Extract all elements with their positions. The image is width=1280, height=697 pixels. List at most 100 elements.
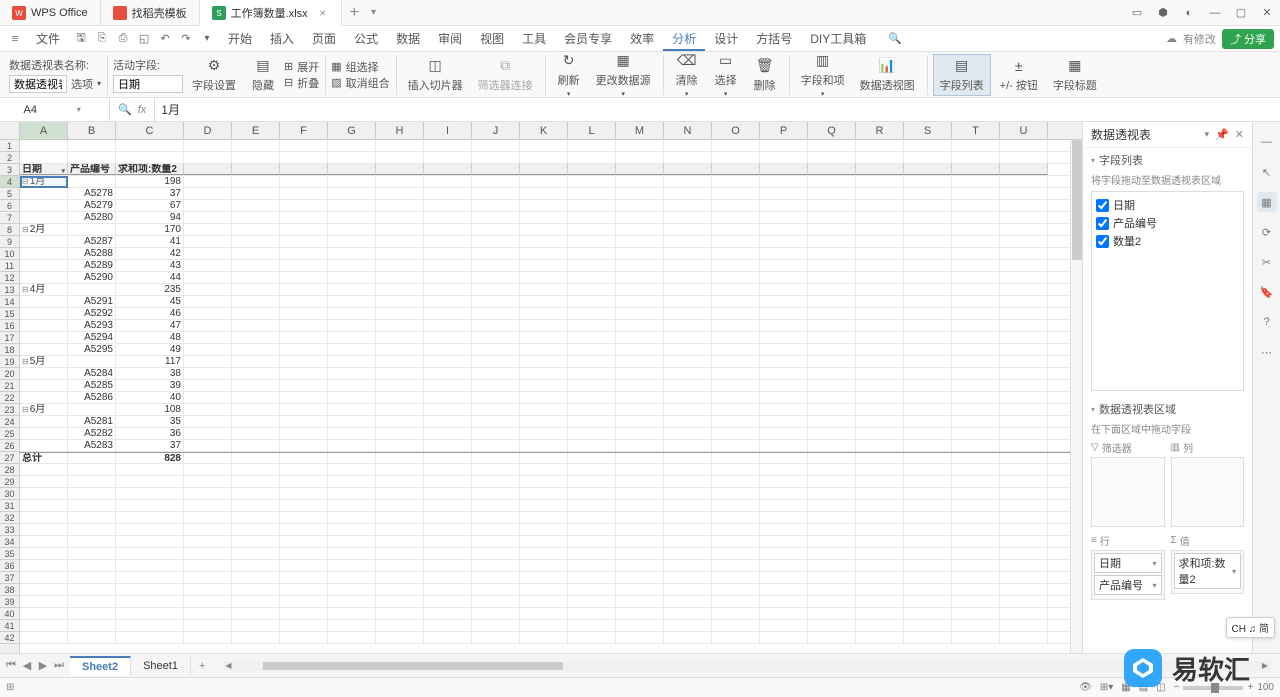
cell[interactable]	[808, 368, 856, 379]
cell[interactable]	[376, 308, 424, 319]
cell[interactable]	[376, 140, 424, 151]
cell[interactable]	[1000, 272, 1048, 283]
cell[interactable]	[424, 272, 472, 283]
cell[interactable]	[760, 236, 808, 247]
cell[interactable]	[856, 620, 904, 631]
cell[interactable]	[520, 440, 568, 451]
cell[interactable]	[520, 332, 568, 343]
row-header[interactable]: 24	[0, 416, 19, 428]
save-icon[interactable]: 🖫	[72, 30, 90, 48]
cell[interactable]	[808, 596, 856, 607]
cell[interactable]	[376, 428, 424, 439]
cell[interactable]	[280, 248, 328, 259]
change-source-button[interactable]: ▦更改数据源▾	[590, 50, 657, 100]
cell[interactable]	[184, 620, 232, 631]
cell[interactable]	[856, 453, 904, 463]
cell[interactable]	[856, 428, 904, 439]
cell[interactable]	[376, 212, 424, 223]
cell[interactable]	[20, 632, 68, 643]
cell[interactable]	[760, 620, 808, 631]
cell[interactable]	[856, 296, 904, 307]
cell[interactable]	[424, 176, 472, 187]
cell[interactable]	[1000, 152, 1048, 163]
cell[interactable]	[568, 260, 616, 271]
cell[interactable]: A5285	[68, 380, 116, 391]
cell[interactable]	[424, 380, 472, 391]
eye-icon[interactable]: 👁	[1079, 682, 1092, 693]
cell[interactable]	[184, 320, 232, 331]
cell[interactable]	[472, 488, 520, 499]
cell[interactable]	[616, 524, 664, 535]
cell[interactable]	[232, 560, 280, 571]
cell[interactable]	[280, 212, 328, 223]
template-tab[interactable]: 找稻壳模板	[101, 0, 200, 26]
cell[interactable]: 35	[116, 416, 184, 427]
cell[interactable]: 37	[116, 440, 184, 451]
cell[interactable]: A5290	[68, 272, 116, 283]
cell[interactable]	[116, 596, 184, 607]
cell[interactable]	[952, 368, 1000, 379]
col-header[interactable]: Q	[808, 122, 856, 139]
cell[interactable]	[904, 524, 952, 535]
cell[interactable]	[424, 308, 472, 319]
cell[interactable]	[232, 368, 280, 379]
menu-插入[interactable]: 插入	[261, 29, 303, 49]
cell[interactable]	[232, 416, 280, 427]
cell[interactable]: 38	[116, 368, 184, 379]
cell[interactable]	[904, 536, 952, 547]
cell[interactable]	[712, 416, 760, 427]
cell[interactable]: A5291	[68, 296, 116, 307]
cell[interactable]	[280, 272, 328, 283]
cell[interactable]	[520, 140, 568, 151]
cell[interactable]	[280, 260, 328, 271]
cell[interactable]	[68, 572, 116, 583]
cell[interactable]	[712, 332, 760, 343]
cell[interactable]	[376, 512, 424, 523]
formula-input[interactable]: 1月	[155, 101, 1280, 118]
row-header[interactable]: 34	[0, 536, 19, 548]
cell[interactable]	[904, 164, 952, 175]
cell[interactable]: A5282	[68, 428, 116, 439]
cell[interactable]	[616, 500, 664, 511]
cell[interactable]: 45	[116, 296, 184, 307]
cell[interactable]: A5286	[68, 392, 116, 403]
cell[interactable]	[760, 140, 808, 151]
menu-数据[interactable]: 数据	[387, 29, 429, 49]
cell[interactable]	[952, 284, 1000, 295]
cell[interactable]	[376, 524, 424, 535]
cell[interactable]: ⊟4月	[20, 284, 68, 295]
cell[interactable]	[328, 560, 376, 571]
cell[interactable]	[424, 344, 472, 355]
cell[interactable]	[20, 512, 68, 523]
cell[interactable]	[808, 248, 856, 259]
print-icon[interactable]: ⎙	[114, 30, 132, 48]
cell[interactable]	[328, 176, 376, 187]
cell[interactable]	[616, 464, 664, 475]
open-icon[interactable]: ⎘	[93, 30, 111, 48]
cell[interactable]	[328, 248, 376, 259]
cell[interactable]	[616, 632, 664, 643]
cell[interactable]	[568, 380, 616, 391]
menu-审阅[interactable]: 审阅	[429, 29, 471, 49]
cell[interactable]	[760, 344, 808, 355]
cell[interactable]	[20, 368, 68, 379]
cell[interactable]	[904, 344, 952, 355]
cell[interactable]	[472, 620, 520, 631]
cell[interactable]	[232, 596, 280, 607]
cell[interactable]	[664, 500, 712, 511]
cell[interactable]	[472, 440, 520, 451]
cell[interactable]: 828	[116, 453, 184, 463]
cell[interactable]	[904, 320, 952, 331]
cell[interactable]	[664, 248, 712, 259]
cell[interactable]: 170	[116, 224, 184, 235]
pivot-chart-button[interactable]: 📊数据透视图	[854, 55, 921, 95]
cell[interactable]	[1000, 464, 1048, 475]
cell[interactable]	[712, 536, 760, 547]
select-all[interactable]	[0, 122, 20, 139]
menu-设计[interactable]: 设计	[705, 29, 747, 49]
cell[interactable]	[184, 260, 232, 271]
cell[interactable]	[280, 428, 328, 439]
cell[interactable]	[904, 440, 952, 451]
cell[interactable]	[472, 476, 520, 487]
cell[interactable]	[232, 584, 280, 595]
